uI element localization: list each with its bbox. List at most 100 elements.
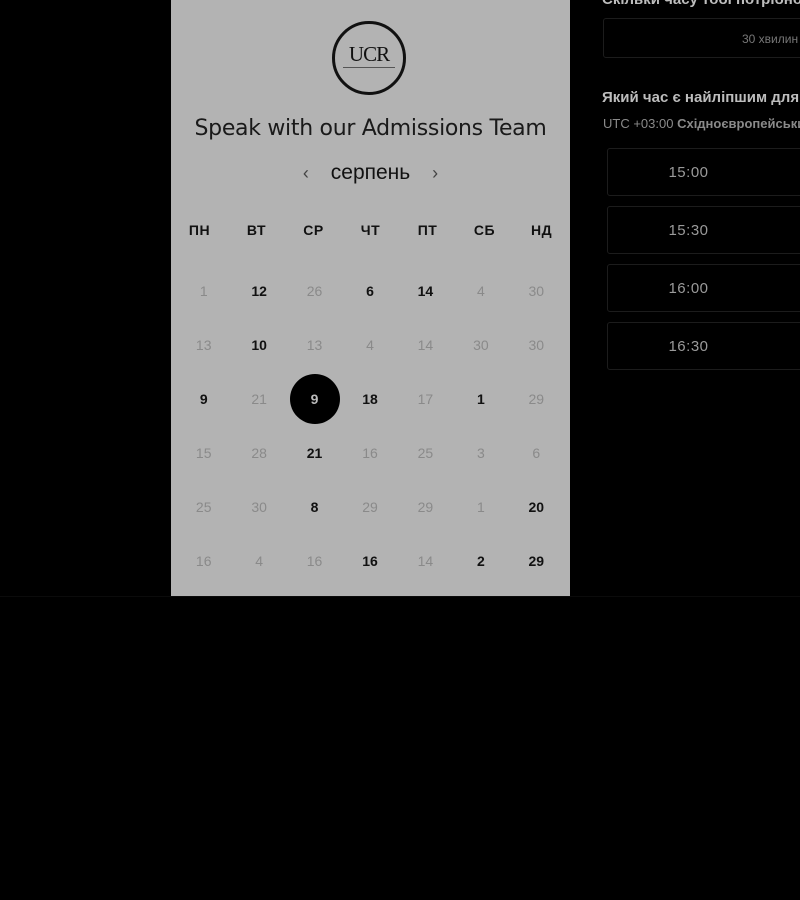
calendar-day-number: 9 [199, 391, 208, 407]
calendar-day: 1 [176, 264, 231, 318]
calendar-day: 16 [176, 534, 231, 588]
calendar-day[interactable]: 10 [231, 318, 286, 372]
time-slot-button[interactable]: 16:30 [607, 322, 800, 370]
calendar-day: 13 [287, 318, 342, 372]
calendar-day-number: 2 [476, 553, 485, 569]
duration-select[interactable]: 30 хвилин [603, 18, 800, 58]
calendar-day[interactable]: 8 [287, 480, 342, 534]
calendar-day-number: 17 [417, 391, 434, 407]
chevron-left-icon[interactable]: ‹ [287, 163, 325, 184]
weekday-label: ПН [188, 222, 211, 238]
calendar-day: 26 [287, 264, 342, 318]
calendar-day: 17 [398, 372, 453, 426]
calendar-day: 1 [453, 480, 508, 534]
calendar-day: 14 [398, 318, 453, 372]
calendar-day[interactable]: 29 [509, 534, 564, 588]
calendar-day-number: 1 [476, 391, 485, 407]
month-label: серпень [330, 161, 411, 184]
calendar-day-number: 25 [195, 499, 212, 515]
calendar-day[interactable]: 12 [231, 264, 286, 318]
calendar-day-number: 4 [366, 337, 374, 353]
calendar-day: 16 [342, 426, 397, 480]
timezone-selector[interactable]: UTC +03:00 Східноєвропейський час [603, 116, 800, 131]
calendar-day: 4 [453, 264, 508, 318]
calendar-day: 29 [342, 480, 397, 534]
weekday-label: ВТ [246, 222, 267, 238]
month-navigation: ‹ серпень › [171, 161, 570, 185]
calendar-day[interactable]: 1 [453, 372, 508, 426]
calendar-day-number: 30 [528, 337, 545, 353]
calendar-day-number: 14 [417, 283, 434, 299]
calendar-day: 3 [453, 426, 508, 480]
time-slot-button[interactable]: 15:00 [607, 148, 800, 196]
time-slot-button[interactable]: 15:30 [607, 206, 800, 254]
time-slot-button[interactable]: 16:00 [607, 264, 800, 312]
calendar-day-number: 30 [251, 499, 267, 515]
duration-question: Скільки часу тобі потрібно? [602, 0, 800, 8]
weekday-label: СБ [473, 222, 496, 238]
calendar-day-number: 20 [528, 499, 545, 515]
duration-value: 30 хвилин [742, 32, 799, 46]
calendar-day-number: 15 [195, 445, 212, 461]
calendar-day: 4 [342, 318, 397, 372]
calendar-day[interactable]: 21 [287, 426, 342, 480]
calendar-day: 6 [509, 426, 564, 480]
calendar-day-number: 21 [306, 445, 323, 461]
calendar-day-number: 30 [528, 283, 545, 299]
calendar-day: 13 [176, 318, 231, 372]
calendar-day: 30 [231, 480, 286, 534]
timezone-offset: UTC +03:00 [603, 116, 674, 131]
timezone-name: Східноєвропейський час [677, 116, 800, 131]
calendar-day: 28 [231, 426, 286, 480]
calendar-day-number: 14 [417, 337, 434, 353]
logo-underline [343, 67, 395, 70]
calendar-day-number: 29 [528, 391, 545, 407]
calendar-day-number: 12 [251, 283, 267, 299]
calendar-day-number: 8 [310, 499, 319, 515]
calendar-day: 25 [176, 480, 231, 534]
calendar-day-number: 1 [199, 283, 208, 299]
calendar-day-number: 29 [362, 499, 378, 515]
calendar-day: 14 [398, 534, 453, 588]
logo-text: UCR [348, 42, 390, 66]
calendar-day: 25 [398, 426, 453, 480]
calendar-day-number: 25 [417, 445, 434, 461]
calendar-day-number: 16 [306, 553, 323, 569]
calendar-card: UCR Speak with our Admissions Team ‹ сер… [171, 0, 570, 596]
calendar-day-number: 10 [251, 337, 267, 353]
calendar-day-number: 13 [306, 337, 323, 353]
calendar-day-number: 9 [310, 391, 319, 407]
calendar-day-number: 29 [417, 499, 434, 515]
calendar-day-selected[interactable]: 9 [287, 372, 342, 426]
calendar-day[interactable]: 16 [342, 534, 397, 588]
calendar-day-number: 18 [362, 391, 378, 407]
calendar-day: 4 [231, 534, 286, 588]
weekday-label: СР [303, 222, 324, 238]
page-title: Speak with our Admissions Team [194, 116, 547, 141]
calendar-day-number: 16 [362, 553, 378, 569]
calendar-grid: 1 12 26 6 14 4 30 13 10 13 4 14 30 30 9 21 9 18 17 1 29 15 28 2… [176, 264, 564, 588]
calendar-day-number: 16 [195, 553, 212, 569]
calendar-day-number: 4 [255, 553, 264, 569]
divider [0, 596, 800, 597]
time-question: Який час є найліпшим для тебе? [602, 89, 800, 106]
calendar-day: 29 [509, 372, 564, 426]
weekday-header: ПН ВТ СР ЧТ ПТ СБ НД [171, 222, 570, 238]
weekday-label: НД [530, 222, 553, 238]
calendar-day-number: 16 [362, 445, 378, 461]
calendar-day-number: 29 [528, 553, 545, 569]
calendar-day-number: 6 [366, 283, 374, 299]
calendar-day[interactable]: 6 [342, 264, 397, 318]
time-slot-list: 15:00 15:30 16:00 16:30 [607, 148, 800, 380]
booking-panel: Скільки часу тобі потрібно? 30 хвилин Як… [570, 0, 800, 596]
calendar-day: 21 [231, 372, 286, 426]
chevron-right-icon[interactable]: › [416, 163, 454, 184]
calendar-day-number: 4 [476, 283, 485, 299]
calendar-day[interactable]: 14 [398, 264, 453, 318]
calendar-day[interactable]: 18 [342, 372, 397, 426]
calendar-day[interactable]: 2 [453, 534, 508, 588]
calendar-day: 30 [509, 264, 564, 318]
calendar-day[interactable]: 20 [509, 480, 564, 534]
page: UCR Speak with our Admissions Team ‹ сер… [0, 0, 800, 900]
calendar-day[interactable]: 9 [176, 372, 231, 426]
